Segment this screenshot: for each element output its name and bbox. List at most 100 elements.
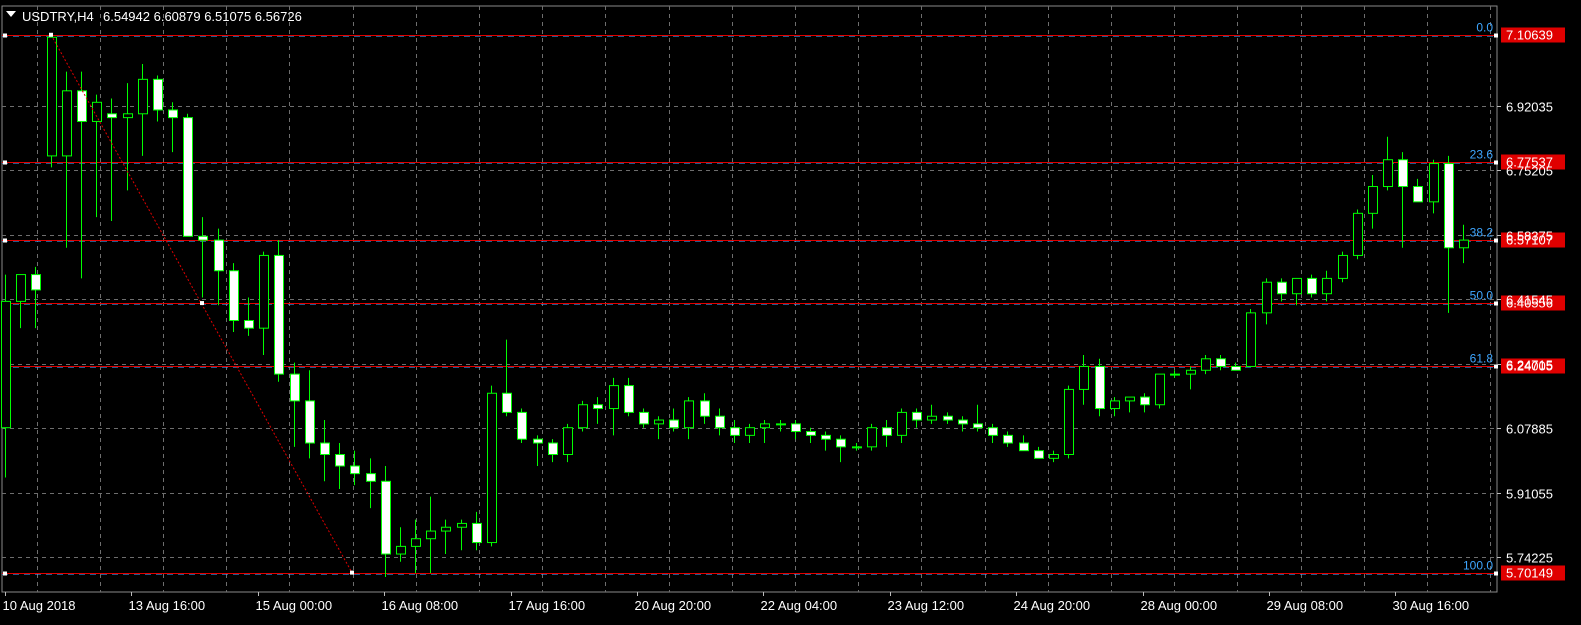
candle-body-bear [366,473,376,482]
candle-body-bear [1231,365,1241,371]
candle-body-bear [502,392,512,413]
candle-body-bear [882,427,892,436]
fib-anchor-handle[interactable] [3,238,7,243]
y-tick-label: 6.58375 [1506,229,1553,244]
candle-body-bear [381,480,391,555]
candle-body-bull [897,411,907,436]
candle-body-bull [457,522,467,528]
candle-body-bear [730,427,740,436]
y-tick-label: 6.75205 [1506,164,1553,179]
candle-body-bull [1186,369,1196,375]
candle-body-bear [1398,159,1408,188]
fib-price-label: 5.70149 [1506,566,1553,581]
candle [487,385,497,547]
y-tick-label: 6.92035 [1506,100,1553,115]
candle-body-bull [1110,400,1120,410]
fib-anchor-handle[interactable] [1494,571,1498,576]
fib-ratio-label: 61.8 [1470,352,1494,366]
candle-body-bull [1049,454,1059,459]
y-tick-label: 5.91055 [1506,487,1553,502]
candle-body-bear [533,438,543,444]
candle-body-bear [153,78,163,111]
candle-body-bull [1155,373,1165,406]
candle-body-bear [791,423,801,433]
fib-anchor-handle[interactable] [1494,238,1498,243]
candle-body-bull [684,400,694,429]
fib-anchor-handle[interactable] [1494,301,1498,306]
candle-body-bull [259,254,269,329]
x-tick-label: 28 Aug 00:00 [1141,598,1218,613]
candle-body-bull [487,392,497,544]
candle-body-bear [1095,365,1105,410]
y-tick-label: 6.07885 [1506,422,1553,437]
candle-body-bull [609,385,619,410]
candle-body-bear [943,415,953,421]
candle-body-bear [1307,277,1317,295]
y-tick-label: 6.41545 [1506,293,1553,308]
fib-trend-handle[interactable] [49,32,53,37]
candle-body-bull [1383,159,1393,188]
candle-body-bull [426,530,436,540]
candle-body-bull [745,427,755,436]
candle-body-bull [867,427,877,448]
candle [1246,309,1256,367]
candle-body-bear [517,411,527,440]
x-tick-label: 15 Aug 00:00 [256,598,333,613]
fib-anchor-handle[interactable] [1494,33,1498,38]
candle-body-bull [1170,373,1180,376]
candle [1095,358,1105,417]
price-chart[interactable]: 0.0 7.1063923.6 6.7753738.2 6.5710750.0 6.40… [0,0,1581,625]
candle-body-bull [47,36,57,157]
candle-body-bear [624,385,634,413]
x-tick-label: 20 Aug 20:00 [635,598,712,613]
candle-body-bear [1444,163,1454,249]
fib-anchor-handle[interactable] [3,33,7,38]
candle-body-bear [168,109,178,119]
candle-body-bull [1338,254,1348,279]
candle-body-bear [1413,186,1423,203]
candle-body-bear [1140,396,1150,406]
candle-body-bull [1064,388,1074,455]
fib-ratio-label: 23.6 [1470,148,1494,162]
candle-body-bear [305,400,315,444]
fib-ratio-label: 38.2 [1470,226,1494,240]
candle-body-bull [852,446,862,449]
candle-body-bull [1459,239,1469,249]
candle [867,423,877,451]
candle-body-bull [1353,212,1363,256]
candle-body-bear [669,419,679,429]
chart-window[interactable]: 0.0 7.10639 23.6 6.77537 38.2 6.57107 50.0 6.40… [0,0,1581,625]
candle-body-bear [1034,450,1044,459]
candle-body-bear [548,442,558,456]
candle-body-bear [1216,358,1226,367]
candle-body-bull [1,300,11,429]
fib-anchor-handle[interactable] [3,160,7,165]
candle-body-bull [927,415,937,421]
candle-body-bear [229,270,239,322]
candle-body-bull [1246,312,1256,367]
candle-body-bear [973,423,983,429]
candle-body-bull [16,274,26,302]
x-tick-label: 13 Aug 16:00 [129,598,206,613]
candle [1353,209,1363,260]
candle-body-bull [1292,277,1302,295]
ohlc-values: 6.54942 6.60879 6.51075 6.56726 [103,9,302,24]
candle-body-bull [578,404,588,429]
x-tick-label: 10 Aug 2018 [3,598,76,613]
fib-trend-handle[interactable] [350,570,354,575]
fib-anchor-handle[interactable] [1494,160,1498,165]
candle-body-bull [563,427,573,455]
candle-body-bull [62,90,72,157]
x-tick-label: 30 Aug 16:00 [1393,598,1470,613]
fib-trend-handle[interactable] [200,301,204,306]
candle [517,408,527,444]
candle-body-bear [958,419,968,425]
fib-anchor-handle[interactable] [1494,364,1498,369]
candle-body-bull [1201,358,1211,371]
candle-body-bear [107,113,117,119]
fib-price-label: 7.10639 [1506,28,1553,43]
candle [274,240,284,382]
fib-anchor-handle[interactable] [3,571,7,576]
x-tick-label: 17 Aug 16:00 [509,598,586,613]
candle-body-bear [335,454,345,467]
